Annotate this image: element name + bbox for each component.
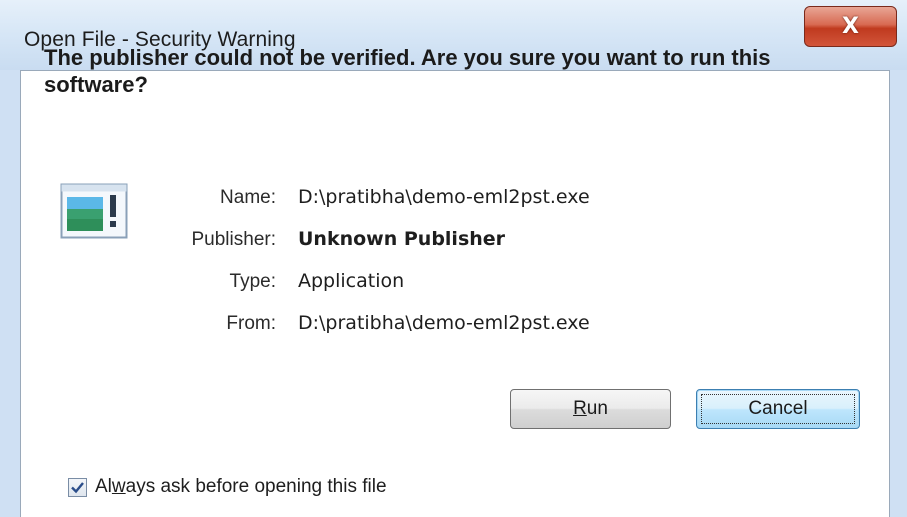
always-ask-checkbox-row[interactable]: Always ask before opening this file [68, 476, 387, 498]
cancel-button[interactable]: Cancel [696, 389, 860, 429]
cancel-button-label: Cancel [748, 398, 808, 419]
type-value: Application [298, 270, 405, 292]
warning-headline: The publisher could not be verified. Are… [44, 45, 771, 97]
from-label: From: [226, 313, 276, 334]
publisher-value: Unknown Publisher [298, 228, 506, 250]
name-label: Name: [220, 187, 276, 208]
checkmark-icon [71, 481, 84, 493]
dialog-content [20, 70, 890, 517]
run-button[interactable]: Run [510, 389, 671, 429]
name-value: D:\pratibha\demo-eml2pst.exe [298, 186, 590, 208]
from-value: D:\pratibha\demo-eml2pst.exe [298, 312, 590, 334]
security-warning-dialog: Open File - Security Warning X The publi… [0, 0, 907, 517]
close-button[interactable]: X [804, 6, 897, 47]
type-label: Type: [229, 271, 276, 292]
publisher-label: Publisher: [191, 229, 277, 250]
run-button-label: Run [573, 398, 608, 419]
close-icon: X [842, 13, 859, 39]
always-ask-label: Always ask before opening this file [95, 476, 387, 497]
always-ask-checkbox[interactable] [68, 477, 87, 497]
